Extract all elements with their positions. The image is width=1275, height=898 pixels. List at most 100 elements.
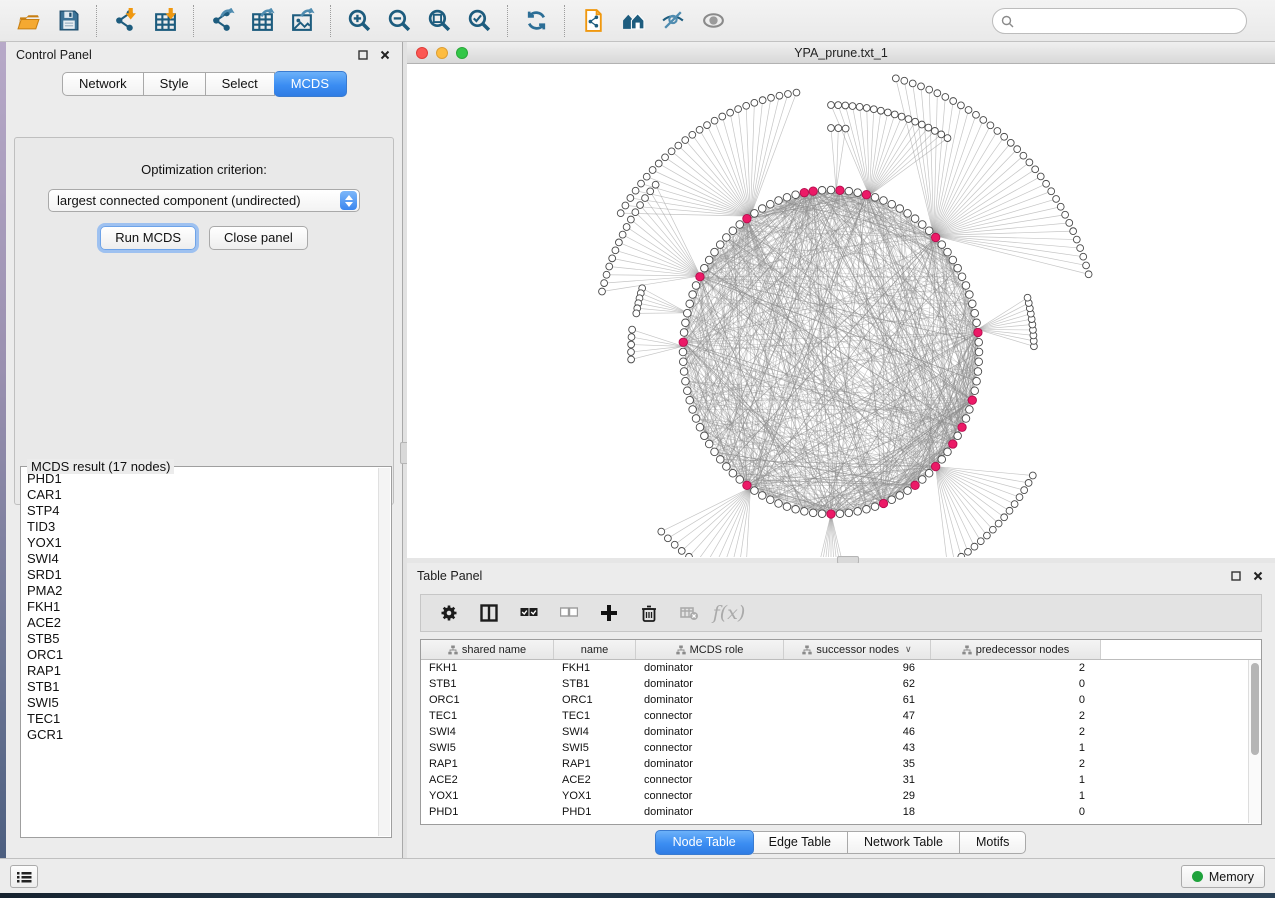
cell-name[interactable]: RAP1 <box>554 756 636 772</box>
result-node[interactable]: SRD1 <box>27 567 377 583</box>
cell-mcds_role[interactable]: connector <box>636 772 784 788</box>
cell-predecessor_nodes[interactable]: 0 <box>931 676 1101 692</box>
cell-shared_name[interactable]: ACE2 <box>421 772 554 788</box>
cell-name[interactable]: ORC1 <box>554 692 636 708</box>
network-from-file-button[interactable] <box>573 3 613 39</box>
result-node[interactable]: SWI5 <box>27 695 377 711</box>
show-selected-button[interactable] <box>693 3 733 39</box>
search-input[interactable] <box>1019 13 1238 29</box>
cell-predecessor_nodes[interactable]: 1 <box>931 772 1101 788</box>
float-panel-icon[interactable] <box>355 48 370 63</box>
table-row[interactable]: FKH1FKH1dominator962 <box>421 660 1247 676</box>
cell-shared_name[interactable]: FKH1 <box>421 660 554 676</box>
open-file-button[interactable] <box>8 3 48 39</box>
column-header-name[interactable]: name <box>554 640 636 659</box>
table-row[interactable]: PHD1PHD1dominator180 <box>421 804 1247 820</box>
cell-mcds_role[interactable]: dominator <box>636 660 784 676</box>
cell-mcds_role[interactable]: dominator <box>636 724 784 740</box>
result-node[interactable]: STB1 <box>27 679 377 695</box>
cell-predecessor_nodes[interactable]: 2 <box>931 756 1101 772</box>
table-row[interactable]: RAP1RAP1dominator352 <box>421 756 1247 772</box>
cell-shared_name[interactable]: STB1 <box>421 676 554 692</box>
table-row[interactable]: ACE2ACE2connector311 <box>421 772 1247 788</box>
cell-shared_name[interactable]: YOX1 <box>421 788 554 804</box>
cell-mcds_role[interactable]: dominator <box>636 692 784 708</box>
export-table-button[interactable] <box>242 3 282 39</box>
scrollbar-thumb[interactable] <box>1251 663 1259 755</box>
cell-predecessor_nodes[interactable]: 2 <box>931 708 1101 724</box>
tab-mcds[interactable]: MCDS <box>274 71 347 97</box>
export-network-button[interactable] <box>202 3 242 39</box>
table-scrollbar[interactable] <box>1248 660 1261 823</box>
table-row[interactable]: YOX1YOX1connector291 <box>421 788 1247 804</box>
cell-successor_nodes[interactable]: 29 <box>784 788 931 804</box>
column-header-shared-name[interactable]: shared name <box>421 640 554 659</box>
zoom-selected-button[interactable] <box>459 3 499 39</box>
cell-successor_nodes[interactable]: 61 <box>784 692 931 708</box>
home-button[interactable] <box>613 3 653 39</box>
import-table-button[interactable] <box>145 3 185 39</box>
tab-style[interactable]: Style <box>144 72 206 96</box>
memory-button[interactable]: Memory <box>1181 865 1265 888</box>
result-node[interactable]: YOX1 <box>27 535 377 551</box>
table-row[interactable]: TEC1TEC1connector472 <box>421 708 1247 724</box>
cell-successor_nodes[interactable]: 62 <box>784 676 931 692</box>
table-row[interactable]: SWI5SWI5connector431 <box>421 740 1247 756</box>
result-node[interactable]: STB5 <box>27 631 377 647</box>
cell-successor_nodes[interactable]: 96 <box>784 660 931 676</box>
table-row[interactable]: SWI4SWI4dominator462 <box>421 724 1247 740</box>
cell-name[interactable]: STB1 <box>554 676 636 692</box>
close-panel-button[interactable]: Close panel <box>209 226 308 250</box>
select-all-button[interactable] <box>511 598 547 628</box>
result-node[interactable]: TEC1 <box>27 711 377 727</box>
result-node[interactable]: GCR1 <box>27 727 377 743</box>
cell-predecessor_nodes[interactable]: 0 <box>931 804 1101 820</box>
column-header-MCDS-role[interactable]: MCDS role <box>636 640 784 659</box>
cell-successor_nodes[interactable]: 43 <box>784 740 931 756</box>
result-node[interactable]: PHD1 <box>27 471 377 487</box>
network-view-canvas[interactable] <box>407 64 1275 557</box>
cell-name[interactable]: FKH1 <box>554 660 636 676</box>
add-row-button[interactable] <box>591 598 627 628</box>
cell-predecessor_nodes[interactable]: 1 <box>931 788 1101 804</box>
cell-successor_nodes[interactable]: 46 <box>784 724 931 740</box>
run-mcds-button[interactable]: Run MCDS <box>100 226 196 250</box>
result-scrollbar[interactable] <box>378 468 390 836</box>
optimization-criterion-select[interactable]: largest connected component (undirected) <box>48 189 360 212</box>
cell-successor_nodes[interactable]: 35 <box>784 756 931 772</box>
cell-successor_nodes[interactable]: 47 <box>784 708 931 724</box>
cell-name[interactable]: ACE2 <box>554 772 636 788</box>
save-session-button[interactable] <box>48 3 88 39</box>
result-node[interactable]: ACE2 <box>27 615 377 631</box>
cell-predecessor_nodes[interactable]: 0 <box>931 692 1101 708</box>
cell-name[interactable]: PHD1 <box>554 804 636 820</box>
result-node[interactable]: SWI4 <box>27 551 377 567</box>
cell-name[interactable]: TEC1 <box>554 708 636 724</box>
column-header-predecessor-nodes[interactable]: predecessor nodes <box>931 640 1101 659</box>
import-network-button[interactable] <box>105 3 145 39</box>
tab-edge-table[interactable]: Edge Table <box>753 831 848 854</box>
result-node[interactable]: PMA2 <box>27 583 377 599</box>
export-image-button[interactable] <box>282 3 322 39</box>
result-node[interactable]: TID3 <box>27 519 377 535</box>
cell-shared_name[interactable]: SWI4 <box>421 724 554 740</box>
cell-name[interactable]: SWI5 <box>554 740 636 756</box>
cell-predecessor_nodes[interactable]: 2 <box>931 660 1101 676</box>
column-header-successor-nodes[interactable]: successor nodes∨ <box>784 640 931 659</box>
tab-motifs[interactable]: Motifs <box>960 831 1026 854</box>
columns-button[interactable] <box>471 598 507 628</box>
cell-mcds_role[interactable]: connector <box>636 740 784 756</box>
table-row[interactable]: ORC1ORC1dominator610 <box>421 692 1247 708</box>
cell-mcds_role[interactable]: dominator <box>636 676 784 692</box>
mcds-result-list[interactable]: PHD1CAR1STP4TID3YOX1SWI4SRD1PMA2FKH1ACE2… <box>27 471 377 835</box>
delete-row-button[interactable] <box>631 598 667 628</box>
show-panels-button[interactable] <box>10 865 38 888</box>
cell-mcds_role[interactable]: dominator <box>636 804 784 820</box>
search-box[interactable] <box>992 8 1247 34</box>
cell-mcds_role[interactable]: connector <box>636 788 784 804</box>
tab-network[interactable]: Network <box>62 72 144 96</box>
cell-successor_nodes[interactable]: 18 <box>784 804 931 820</box>
zoom-out-button[interactable] <box>379 3 419 39</box>
tab-select[interactable]: Select <box>206 72 275 96</box>
cell-predecessor_nodes[interactable]: 2 <box>931 724 1101 740</box>
